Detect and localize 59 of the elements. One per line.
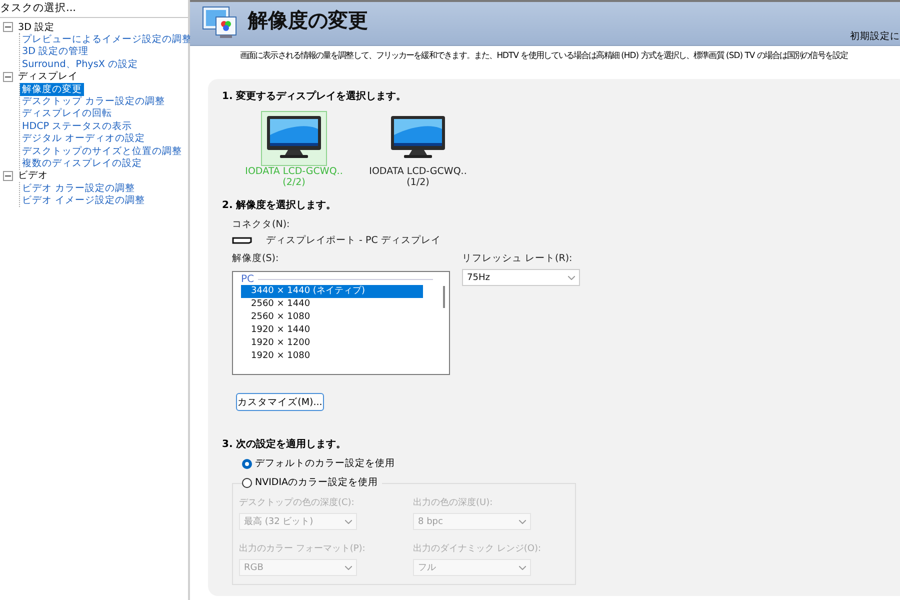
collapse-icon[interactable] <box>3 22 13 32</box>
monitor-icon <box>266 115 322 159</box>
customize-button[interactable]: カスタマイズ(M)... <box>236 393 324 411</box>
chevron-down-icon <box>568 276 575 280</box>
connector-label: コネクタ(N): <box>232 218 291 231</box>
refresh-rate-dropdown[interactable]: 75Hz <box>462 269 580 286</box>
display-name: IODATA LCD-GCWQ.. <box>245 166 343 177</box>
tree-item[interactable]: デスクトップのサイズと位置の調整 <box>20 144 184 158</box>
tree-item[interactable]: 複数のディスプレイの設定 <box>20 157 144 170</box>
tree-item[interactable]: 3D 設定 <box>16 20 57 34</box>
resolution-item[interactable]: 3440 × 1440 (ネイティブ) <box>241 285 423 298</box>
tree-item[interactable]: ディスプレイ <box>16 70 80 84</box>
refresh-rate-label: リフレッシュ レート(R): <box>462 252 574 265</box>
group-label: PC <box>241 274 254 285</box>
collapse-icon[interactable] <box>3 72 13 82</box>
field-label: 出力の色の深度(U): <box>413 496 494 509</box>
collapse-icon[interactable] <box>3 170 13 181</box>
task-panel-title: タスクの選択... <box>0 0 188 18</box>
display-name: IODATA LCD-GCWQ.. <box>369 166 467 177</box>
chevron-down-icon <box>345 566 352 570</box>
description-text: 画面に表示される情報の量を調整して、フリッカーを緩和できます。また、HDTV を使用している場合は高精細 (HD) 方式を選択し、標準画質 (SD) TV の場合は国別の信号を設定 <box>239 49 849 61</box>
resolution-item[interactable]: 1920 × 1200 <box>241 337 423 350</box>
field-label: 出力のダイナミック レンジ(O): <box>413 542 542 555</box>
tree-item[interactable]: デジタル オーディオの設定 <box>20 132 148 146</box>
monitor-icon <box>390 115 446 159</box>
resolution-item[interactable]: 2560 × 1080 <box>241 311 423 324</box>
color-option-radio[interactable]: NVIDIAのカラー設定を使用 <box>242 476 382 489</box>
section-heading: 1. 変更するディスプレイを選択します。 <box>222 89 408 103</box>
radio-icon[interactable] <box>242 478 252 488</box>
radio-icon[interactable] <box>242 458 252 468</box>
scrollbar-thumb[interactable] <box>443 286 445 308</box>
displayport-icon <box>232 237 252 244</box>
display-tile[interactable] <box>261 111 327 166</box>
display-index: (2/2) <box>282 177 306 188</box>
field-label: デスクトップの色の深度(C): <box>239 496 356 509</box>
chevron-down-icon <box>519 520 526 524</box>
section-heading: 3. 次の設定を適用します。 <box>222 437 348 451</box>
tree-item[interactable]: Surround、PhysX の設定 <box>20 58 140 71</box>
connector-value: ディスプレイポート - PC ディスプレイ <box>266 234 441 247</box>
resolution-label: 解像度(S): <box>232 252 280 265</box>
tree-item[interactable]: デスクトップ カラー設定の調整 <box>20 95 168 108</box>
tree-item[interactable]: HDCP ステータスの表示 <box>20 120 134 133</box>
resolution-item[interactable]: 1920 × 1440 <box>241 324 423 337</box>
tree-item[interactable]: 3D 設定の管理 <box>20 45 91 58</box>
resolution-item[interactable]: 1920 × 1080 <box>241 350 423 363</box>
resolution-item[interactable]: 2560 × 1440 <box>241 298 423 311</box>
chevron-down-icon <box>519 566 526 570</box>
page-title: 解像度の変更 <box>248 7 368 34</box>
restore-defaults-link[interactable]: 初期設定に <box>850 30 900 43</box>
section-heading: 2. 解像度を選択します。 <box>222 198 338 212</box>
tree-item[interactable]: ビデオ イメージ設定の調整 <box>20 194 148 208</box>
tree-item[interactable]: ビデオ カラー設定の調整 <box>20 182 138 195</box>
display-settings-icon <box>202 5 238 39</box>
field-label: 出力のカラー フォーマット(P): <box>239 542 366 555</box>
chevron-down-icon <box>345 520 352 524</box>
display-index: (1/2) <box>406 177 430 188</box>
tree-item[interactable]: ビデオ <box>16 169 50 182</box>
tree-item[interactable]: ディスプレイの回転 <box>20 107 114 120</box>
tree-item[interactable]: 解像度の変更 <box>20 82 84 96</box>
